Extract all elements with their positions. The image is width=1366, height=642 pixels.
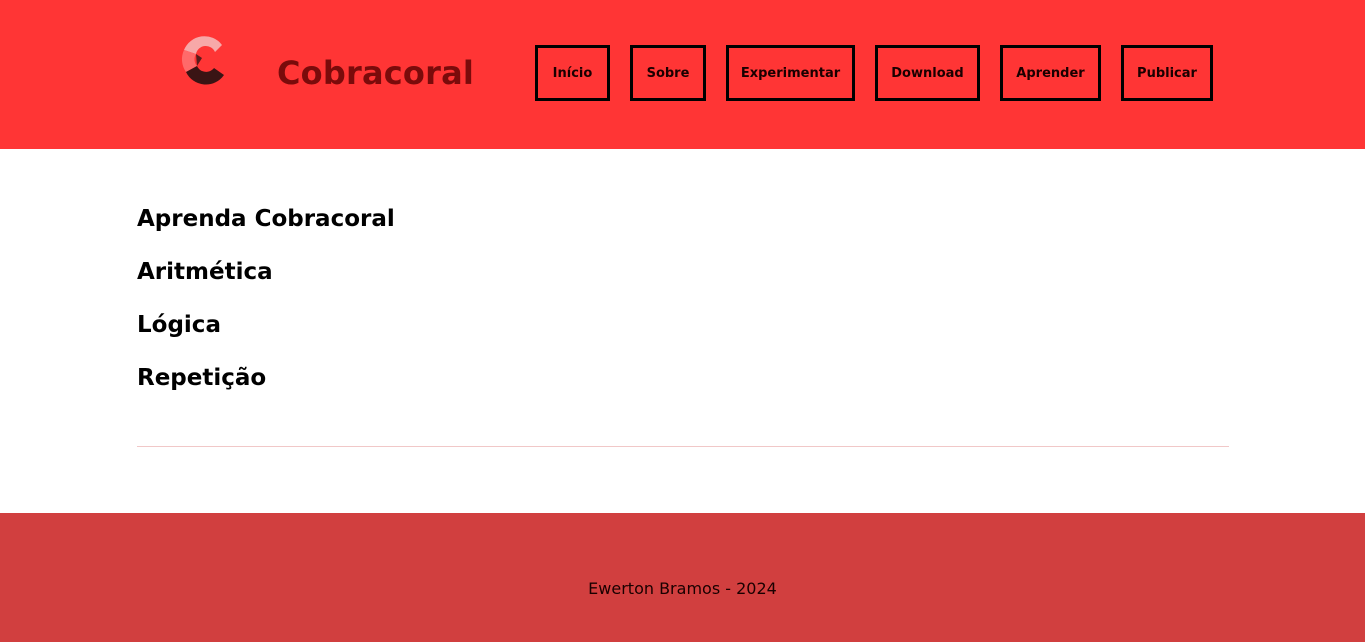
nav-inicio-button[interactable]: Início: [535, 45, 610, 101]
site-footer: Ewerton Bramos - 2024: [0, 513, 1365, 642]
brand-name: Cobracoral: [277, 54, 475, 92]
lesson-link-aritmetica[interactable]: Aritmética: [137, 257, 273, 287]
lesson-link-repeticao[interactable]: Repetição: [137, 363, 266, 393]
nav-download-button[interactable]: Download: [875, 45, 980, 101]
nav-sobre-button[interactable]: Sobre: [630, 45, 706, 101]
content-divider: [137, 446, 1229, 447]
cobracoral-c-logo-icon: [181, 36, 224, 85]
page: Cobracoral Início Sobre Experimentar Dow…: [0, 0, 1366, 642]
footer-copyright: Ewerton Bramos - 2024: [588, 579, 777, 598]
lesson-link-logica[interactable]: Lógica: [137, 310, 221, 340]
nav-aprender-button[interactable]: Aprender: [1000, 45, 1101, 101]
page-title: Aprenda Cobracoral: [137, 206, 395, 232]
home-logo-link[interactable]: [176, 30, 232, 88]
nav-experimentar-button[interactable]: Experimentar: [726, 45, 855, 101]
site-header: Cobracoral Início Sobre Experimentar Dow…: [0, 0, 1365, 149]
nav-publicar-button[interactable]: Publicar: [1121, 45, 1213, 101]
